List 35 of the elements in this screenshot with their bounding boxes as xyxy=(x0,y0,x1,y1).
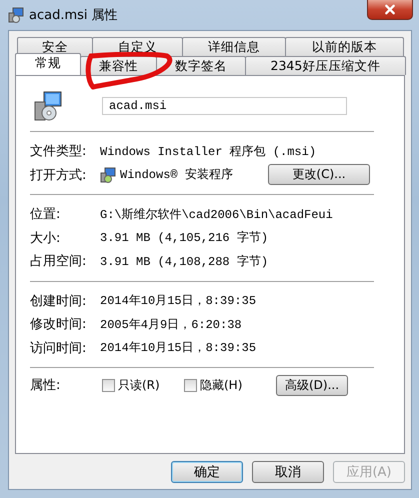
field-label: 修改时间: xyxy=(30,316,88,334)
field-label: 占用空间: xyxy=(30,253,88,270)
tab[interactable]: 常规 xyxy=(15,53,81,75)
field-label: 文件类型: xyxy=(30,143,88,160)
tab[interactable]: 以前的版本 xyxy=(285,37,404,56)
file-name-field[interactable]: acad.msi xyxy=(102,97,347,115)
field-value: Windows Installer 程序包 (.msi) xyxy=(100,144,316,160)
field-label: 打开方式: xyxy=(30,166,88,184)
field-value: Windows® 安装程序 xyxy=(120,167,233,184)
dialog-button[interactable]: 取消 xyxy=(252,461,324,483)
field-label: 属性: xyxy=(30,377,62,394)
field-label: 访问时间: xyxy=(30,340,88,357)
field-label: 创建时间: xyxy=(30,292,88,310)
tab[interactable]: 详细信息 xyxy=(182,37,286,56)
field-value: G:\斯维尔软件\cad2006\Bin\acadFeui xyxy=(100,206,333,223)
checkbox[interactable]: 隐藏(H) xyxy=(184,376,264,394)
close-icon xyxy=(384,4,396,15)
tab[interactable]: 数字签名 xyxy=(156,56,246,75)
field-value: 2014年10月15日，8:39:35 xyxy=(100,340,256,356)
field-value: 3.91 MB (4,105,216 字节) xyxy=(100,230,268,246)
field-label: 大小: xyxy=(30,230,62,247)
field-value: 2014年10月15日，8:39:35 xyxy=(100,293,256,310)
installer-package-icon xyxy=(8,7,24,23)
advanced-button[interactable]: 高级(D)... xyxy=(276,374,348,396)
tab[interactable]: 2345好压压缩文件 xyxy=(244,56,406,75)
dialog-button[interactable]: 确定 xyxy=(171,461,243,483)
window-title: acad.msi 属性 xyxy=(29,7,118,24)
field-value: 3.91 MB (4,108,288 字节) xyxy=(100,254,268,270)
installer-package-icon xyxy=(100,166,116,183)
close-button[interactable] xyxy=(367,0,413,20)
installer-package-icon xyxy=(32,90,64,122)
field-value: 2005年4月9日，6:20:38 xyxy=(100,316,242,333)
change-button[interactable]: 更改(C)... xyxy=(268,164,370,186)
checkbox[interactable]: 只读(R) xyxy=(102,376,182,394)
field-label: 位置: xyxy=(30,206,62,224)
